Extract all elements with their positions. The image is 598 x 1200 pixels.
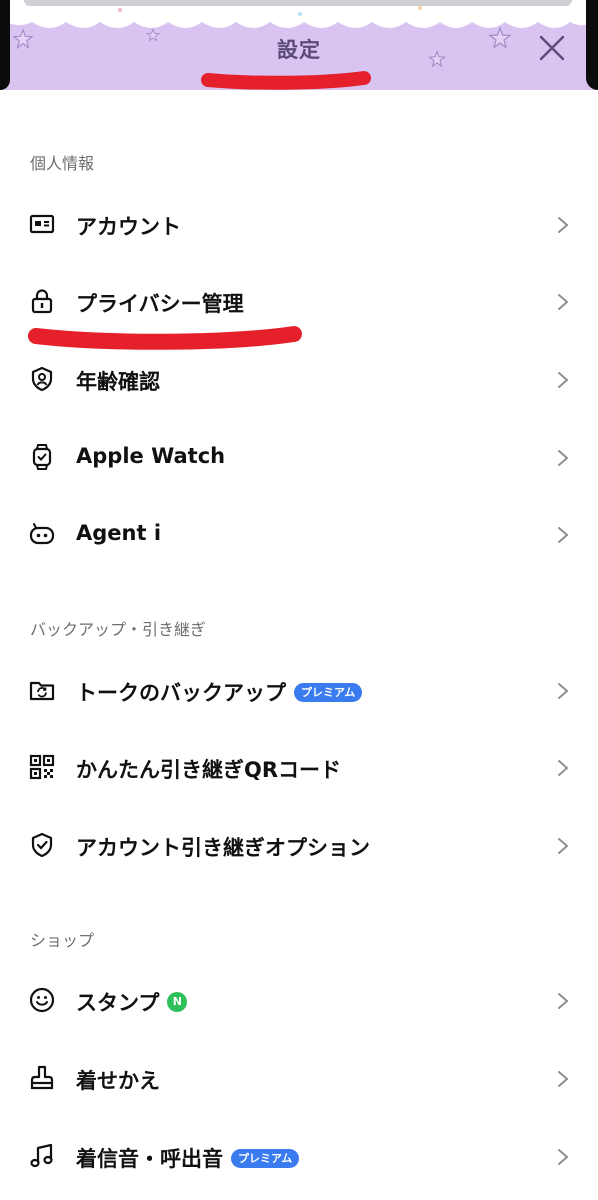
settings-item-agent-i[interactable]: Agent i <box>0 504 598 568</box>
chevron-right-icon <box>558 450 569 466</box>
settings-item-talk-backup[interactable]: トークのバックアップ プレミアム <box>0 660 598 724</box>
backup-folder-icon <box>29 681 55 701</box>
music-note-icon <box>30 1143 53 1168</box>
chevron-right-icon <box>558 1071 569 1087</box>
new-badge: N <box>167 992 188 1012</box>
red-annotation-stroke <box>201 71 371 90</box>
item-label: プライバシー管理 <box>76 292 244 316</box>
status-bar-edge <box>24 0 572 6</box>
item-label: Apple Watch <box>76 444 226 468</box>
settings-item-ringtones[interactable]: 着信音・呼出音 プレミアム <box>0 1126 598 1190</box>
item-label: アカウント <box>76 215 181 239</box>
item-label: トークのバックアップ プレミアム <box>76 677 363 707</box>
shield-check-icon <box>31 832 53 858</box>
page-title: 設定 <box>277 38 321 62</box>
close-icon[interactable] <box>536 32 568 64</box>
section-title-personal-info: 個人情報 <box>30 154 95 173</box>
item-label: 着せかえ <box>76 1069 160 1093</box>
premium-badge: プレミアム <box>231 1148 300 1168</box>
item-label-text: 着信音・呼出音 <box>76 1147 223 1171</box>
settings-item-apple-watch[interactable]: Apple Watch <box>0 427 598 491</box>
settings-item-transfer-options[interactable]: アカウント引き継ぎオプション <box>0 815 598 879</box>
chevron-right-icon <box>558 527 569 543</box>
chevron-right-icon <box>558 683 569 699</box>
red-annotation-stroke <box>28 326 302 350</box>
smiley-icon <box>29 987 55 1013</box>
item-label-text: スタンプ <box>76 991 160 1015</box>
robot-icon <box>29 523 55 545</box>
section-title-backup: バックアップ・引き継ぎ <box>30 620 207 639</box>
chevron-right-icon <box>558 372 569 388</box>
premium-badge: プレミアム <box>294 682 363 702</box>
settings-item-qr-transfer[interactable]: かんたん引き継ぎQRコード <box>0 737 598 801</box>
chevron-right-icon <box>558 838 569 854</box>
qr-code-icon <box>29 754 55 780</box>
lock-icon <box>31 289 53 314</box>
item-label: かんたん引き継ぎQRコード <box>76 758 342 782</box>
brush-icon <box>30 1065 54 1090</box>
item-label: 年齢確認 <box>76 370 160 394</box>
chevron-right-icon <box>558 294 569 310</box>
item-label: スタンプ N <box>76 987 188 1017</box>
settings-item-themes[interactable]: 着せかえ <box>0 1048 598 1112</box>
chevron-right-icon <box>558 760 569 776</box>
settings-item-stickers[interactable]: スタンプ N <box>0 970 598 1034</box>
section-title-shop: ショップ <box>30 931 95 950</box>
settings-item-age-verification[interactable]: 年齢確認 <box>0 349 598 413</box>
shield-user-icon <box>31 366 53 392</box>
item-label-text: トークのバックアップ <box>76 681 286 705</box>
watch-icon <box>32 444 52 470</box>
chevron-right-icon <box>558 217 569 233</box>
id-card-icon <box>29 214 55 234</box>
item-label: 着信音・呼出音 プレミアム <box>76 1143 300 1173</box>
chevron-right-icon <box>558 993 569 1009</box>
chevron-right-icon <box>558 1149 569 1165</box>
item-label: アカウント引き継ぎオプション <box>76 836 370 860</box>
settings-item-account[interactable]: アカウント <box>0 194 598 258</box>
item-label: Agent i <box>76 521 162 545</box>
